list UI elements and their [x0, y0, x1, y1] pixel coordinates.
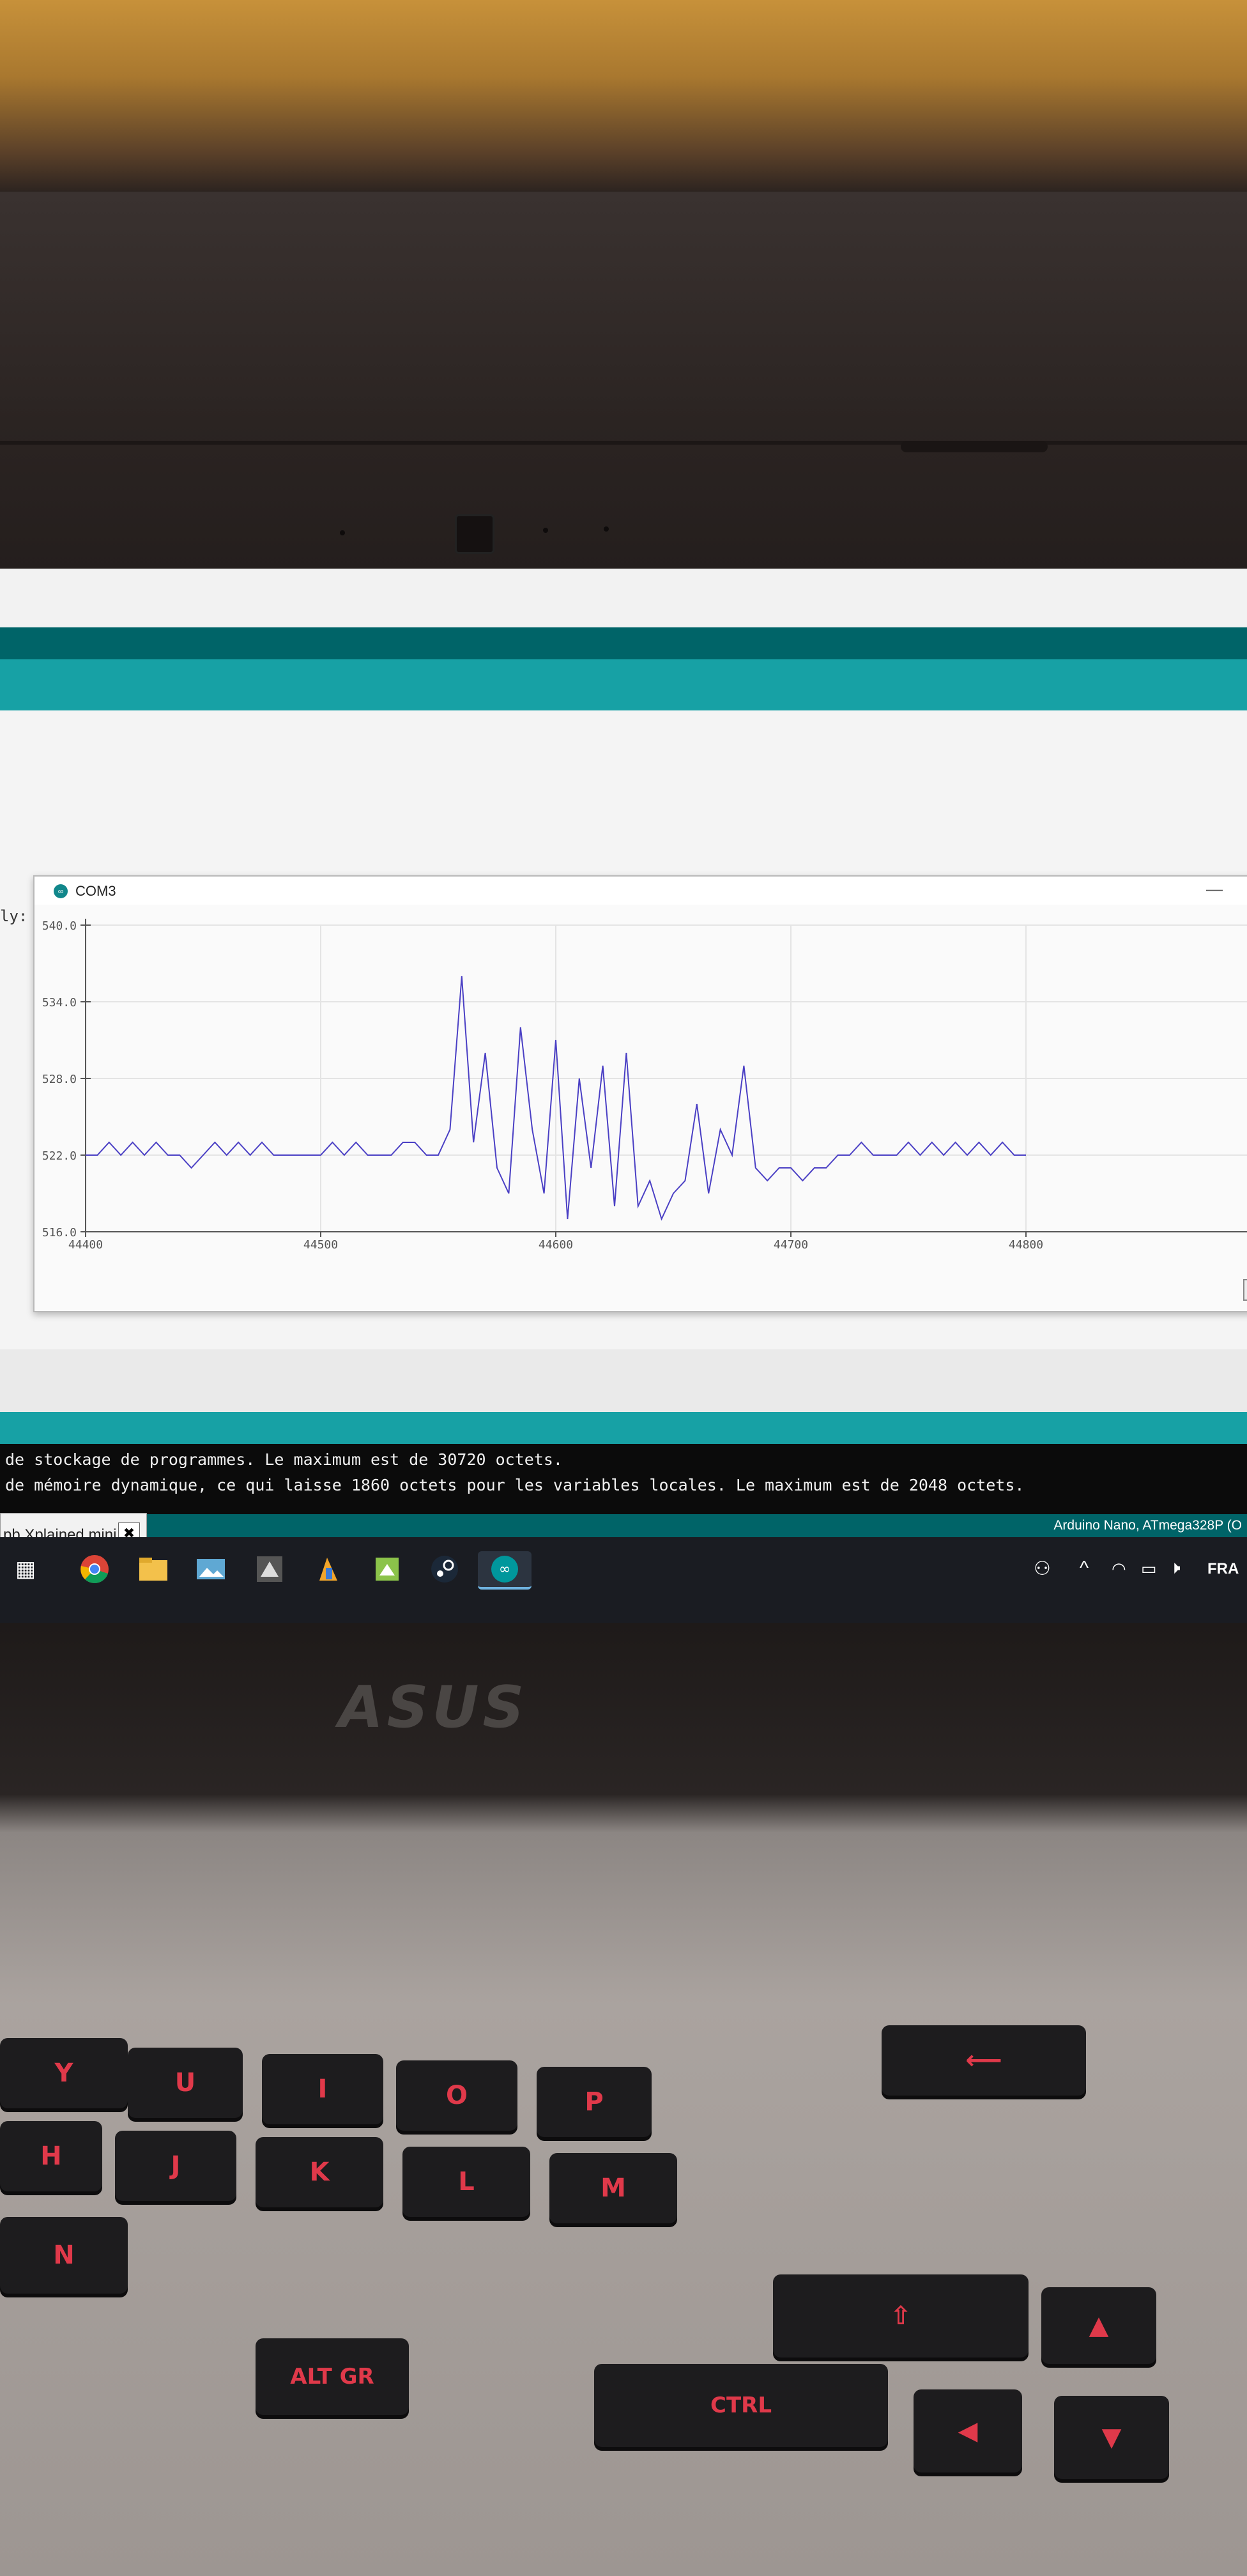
key-ctrl: CTRL — [594, 2364, 888, 2447]
x-tick-label: 44600 — [539, 1238, 573, 1252]
key-n: N — [0, 2217, 128, 2294]
lid-slot — [901, 441, 1048, 452]
photo-viewer-icon[interactable] — [192, 1551, 230, 1587]
arduino-icon: ∞ — [54, 884, 68, 898]
console-line: de stockage de programmes. Le maximum es… — [5, 1450, 563, 1469]
serial-plot-chart: 540.0 534.0 528.0 522.0 516.044400 44500 44600… — [42, 919, 1247, 1252]
y-tick-label: 540.0 — [42, 919, 77, 933]
task-view-icon[interactable]: ▦ — [6, 1551, 45, 1587]
chrome-icon[interactable] — [75, 1551, 114, 1587]
plotter-titlebar[interactable]: ∞ COM3 — — [34, 877, 1247, 905]
key-shift: ⇧ — [773, 2274, 1029, 2358]
arduino-icon[interactable]: ∞ — [478, 1551, 532, 1590]
key-u: U — [128, 2048, 243, 2118]
battery-icon[interactable]: ▭ — [1141, 1559, 1157, 1579]
key-k: K — [256, 2137, 383, 2207]
sensor-dot — [543, 528, 548, 533]
key-j: J — [115, 2131, 236, 2201]
key-i: I — [262, 2054, 383, 2124]
key-o: O — [396, 2060, 517, 2131]
chevron-up-icon[interactable]: ^ — [1080, 1558, 1089, 1579]
x-tick-label: 44500 — [303, 1238, 338, 1252]
key-arrow-left: ◀ — [914, 2389, 1022, 2472]
ide-console: de stockage de programmes. Le maximum es… — [0, 1444, 1247, 1514]
key-backspace: ⟵ — [882, 2025, 1086, 2096]
key-h: H — [0, 2121, 102, 2191]
plotter-title: COM3 — [75, 883, 116, 899]
x-tick-label: 44400 — [68, 1238, 103, 1252]
sensor-dot — [340, 530, 345, 535]
svg-text:∞: ∞ — [499, 1561, 510, 1577]
app-icon[interactable] — [250, 1551, 289, 1587]
sensor-dot — [604, 526, 609, 532]
ide-toolbar — [0, 627, 1247, 659]
y-tick-label: 534.0 — [42, 996, 77, 1009]
minimize-button[interactable]: — — [1206, 879, 1223, 899]
key-l: L — [402, 2147, 530, 2217]
y-tick-label: 522.0 — [42, 1149, 77, 1163]
language-indicator[interactable]: FRA — [1207, 1560, 1239, 1578]
app-icon-2[interactable] — [368, 1551, 406, 1587]
steam-icon[interactable] — [425, 1551, 464, 1587]
key-p: P — [537, 2067, 652, 2137]
wall-background — [0, 0, 1247, 192]
x-tick-label: 44800 — [1009, 1238, 1043, 1252]
board-status: Arduino Nano, ATmega328P (O — [1053, 1518, 1242, 1533]
wifi-icon[interactable]: ◠ — [1112, 1559, 1126, 1579]
paint-icon[interactable] — [309, 1551, 348, 1587]
asus-logo: ASUS — [339, 1674, 528, 1741]
laptop-lid-bezel — [0, 192, 1247, 575]
serial-plotter-window[interactable]: ∞ COM3 — 540.0 534.0 528.0 522.0 516.0 44400 4… — [33, 875, 1247, 1312]
file-explorer-icon[interactable] — [134, 1551, 172, 1587]
key-arrow-down: ▼ — [1054, 2396, 1169, 2479]
windows-taskbar: ▦ ∞ ⚇ ^ ◠ ▭ 🕨 FRA — [0, 1537, 1247, 1623]
key-y: Y — [0, 2038, 128, 2108]
y-tick-label: 516.0 — [42, 1226, 77, 1239]
laptop-screen: ly: ∞ COM3 — 540.0 534.0 528.0 522.0 516.0 44… — [0, 569, 1247, 1623]
people-icon[interactable]: ⚇ — [1034, 1558, 1051, 1580]
volume-muted-icon[interactable]: 🕨 — [1169, 1558, 1181, 1579]
y-tick-label: 528.0 — [42, 1073, 77, 1086]
editor-text-fragment: ly: — [0, 907, 28, 925]
webcam — [455, 514, 494, 554]
key-m: M — [549, 2153, 677, 2223]
ide-tab-bar — [0, 659, 1247, 710]
lid-edge — [0, 441, 1247, 445]
x-tick-label: 44700 — [774, 1238, 808, 1252]
baud-rate-select[interactable]: 96 — [1243, 1279, 1247, 1301]
ide-menu-area — [0, 569, 1247, 627]
key-alt-gr: ALT GR — [256, 2338, 409, 2415]
ide-status-bar: Arduino Nano, ATmega328P (O — [0, 1514, 1247, 1537]
console-line: de mémoire dynamique, ce qui laisse 1860… — [5, 1476, 1025, 1494]
key-arrow-up: ▲ — [1041, 2287, 1156, 2364]
